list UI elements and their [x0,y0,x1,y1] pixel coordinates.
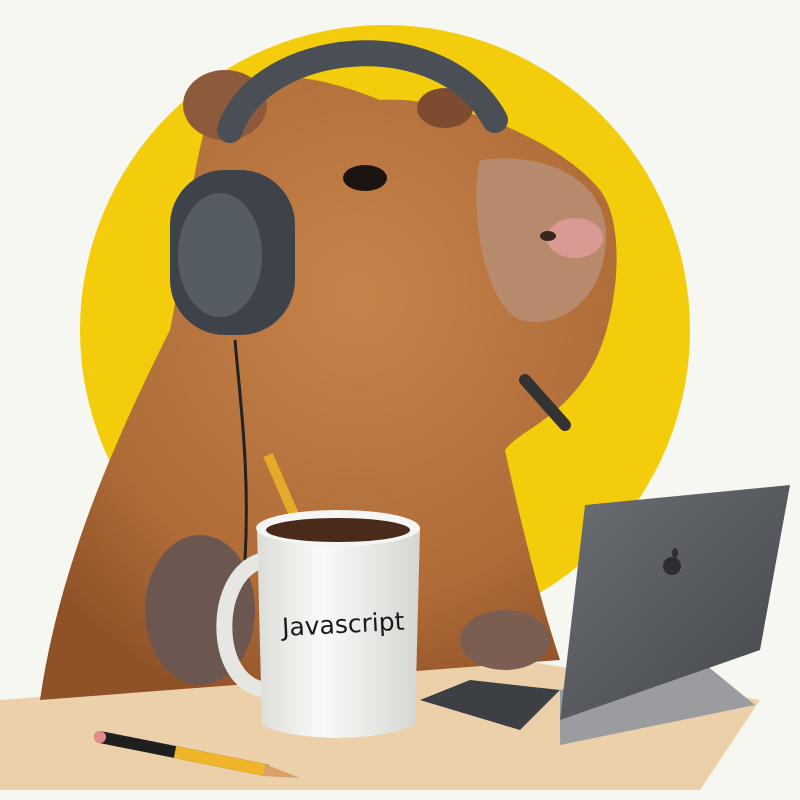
headphone-cushion [178,193,262,317]
illustration-canvas: Javascript [0,25,790,790]
capybara-nostril [540,231,556,241]
capybara-illustration: Javascript [0,0,800,800]
coffee [266,518,410,542]
capybara-paw-right [460,610,550,670]
capybara-nose [547,218,603,258]
capybara-eye [343,165,387,191]
